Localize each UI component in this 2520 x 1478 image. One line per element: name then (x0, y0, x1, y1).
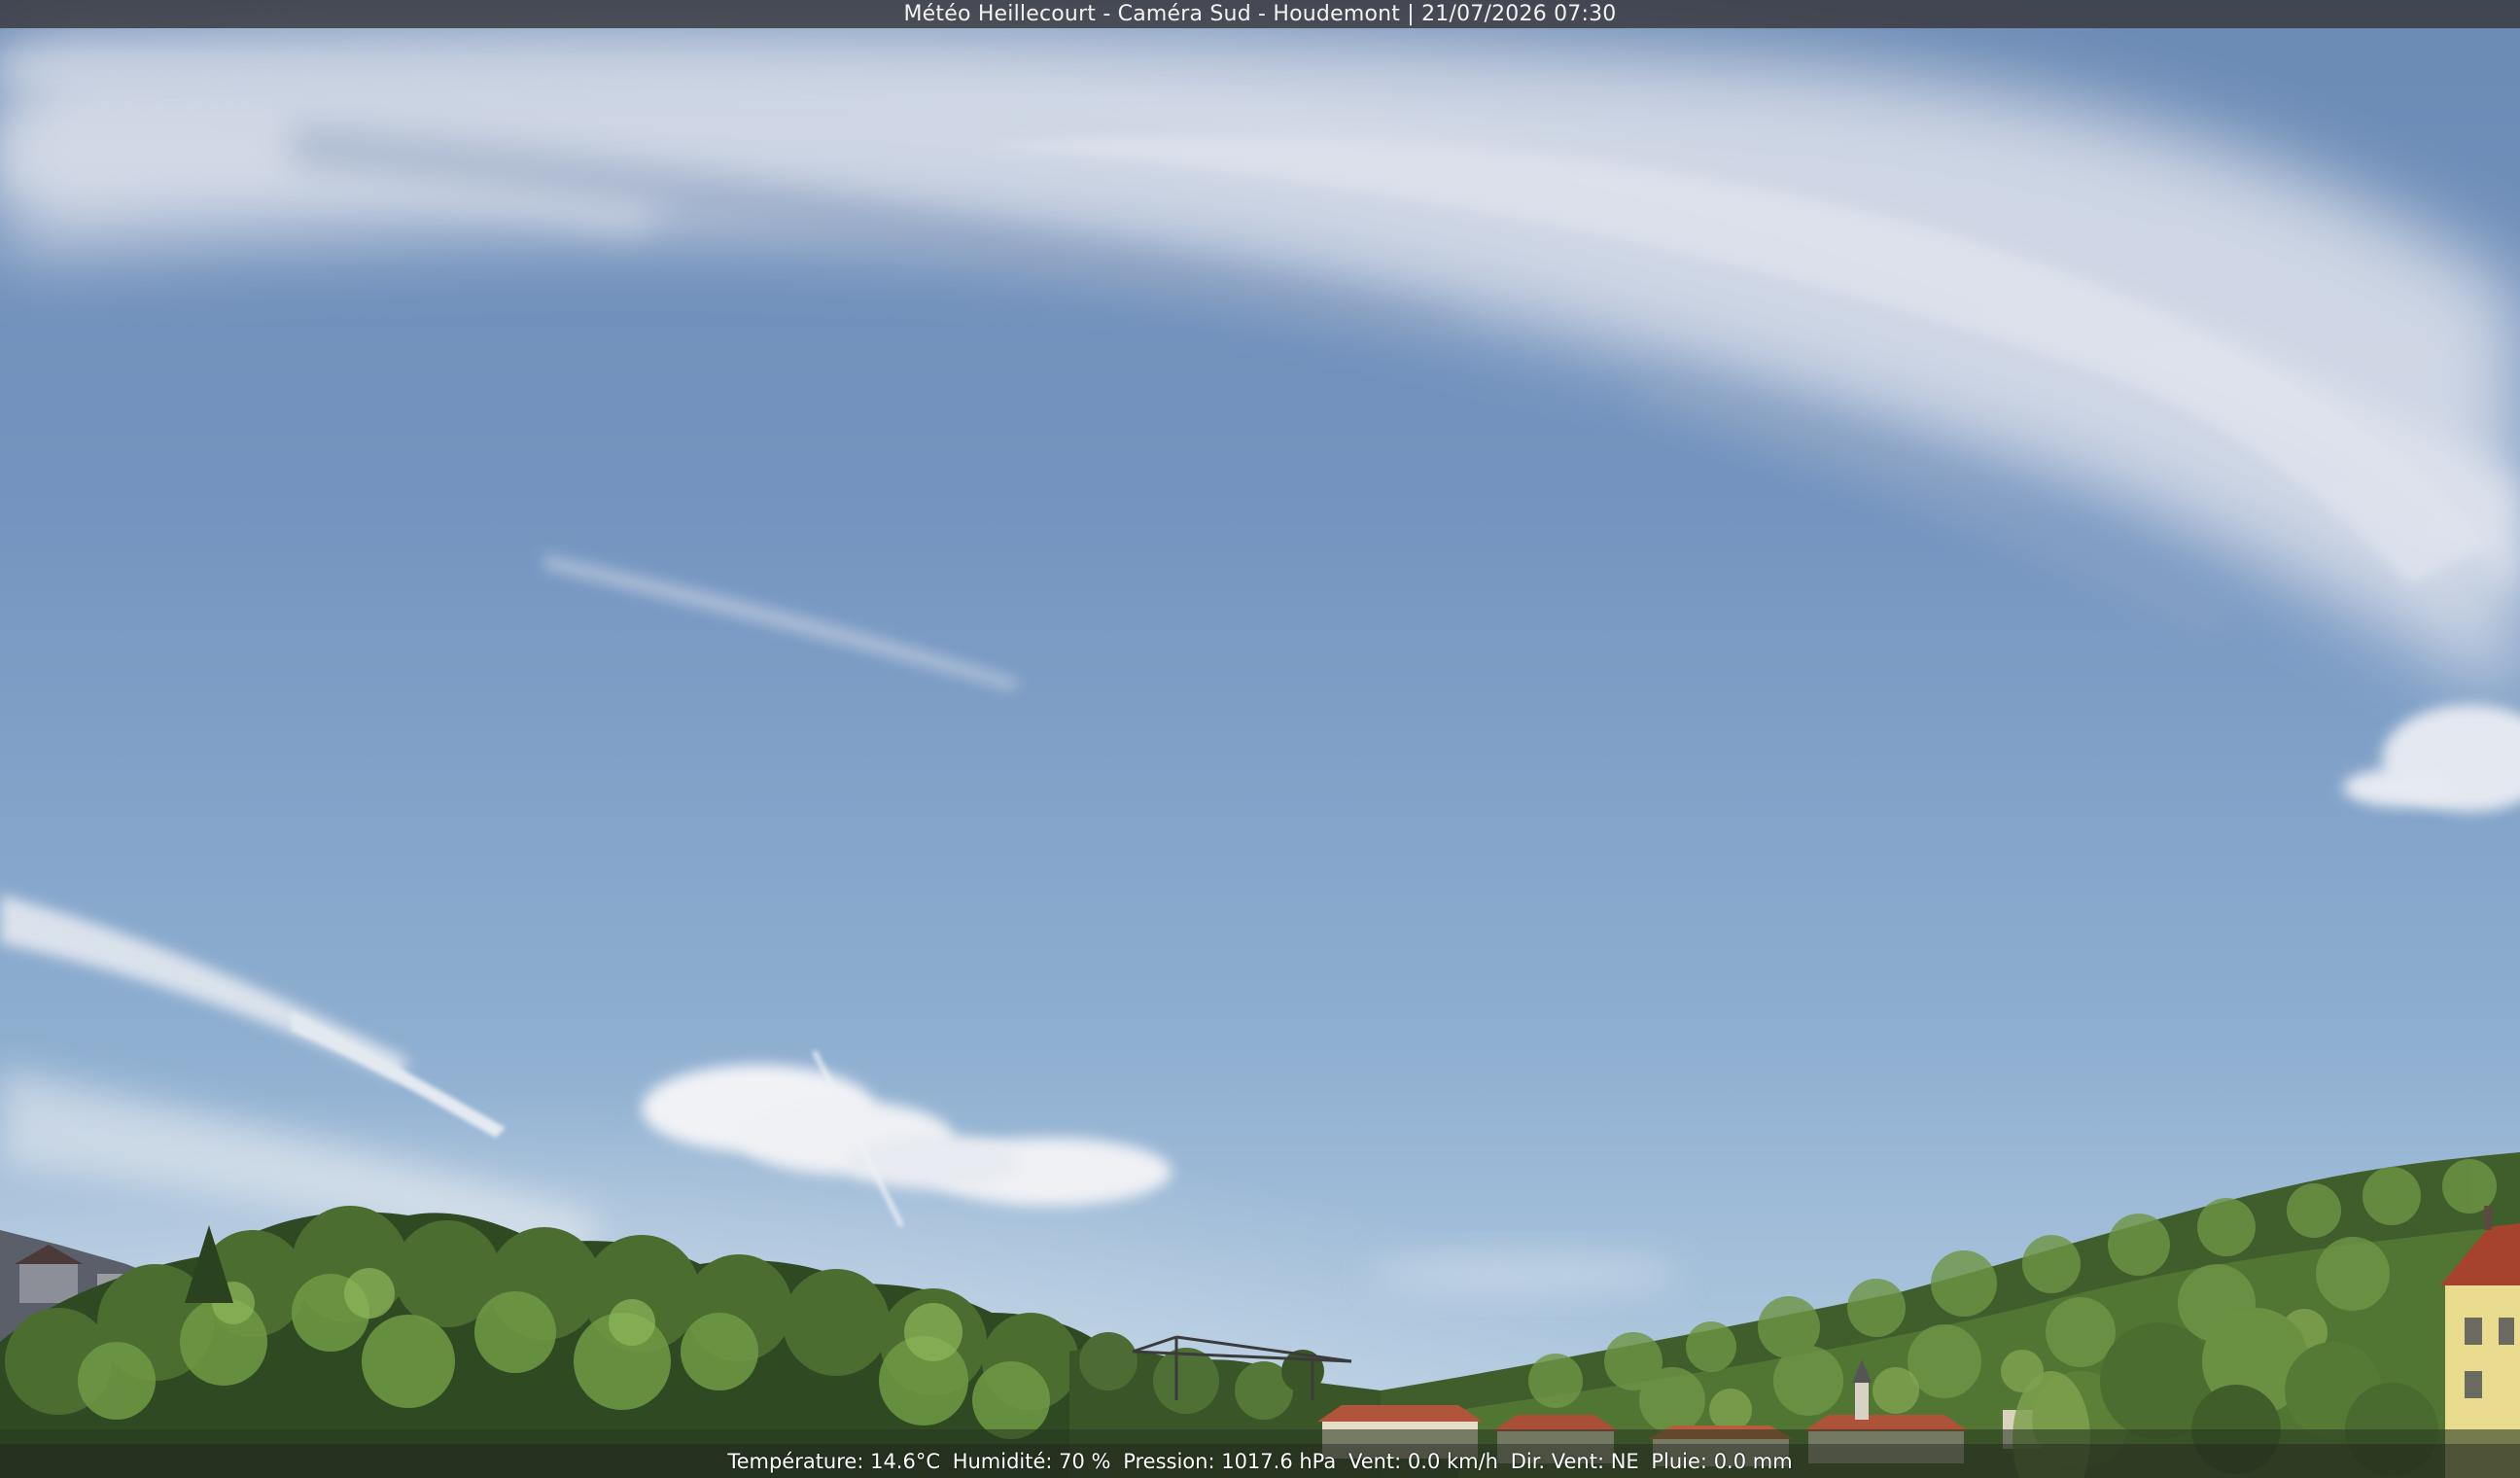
webcam-image (0, 0, 2520, 1478)
humidity-readout: Humidité: 70 % (952, 1449, 1111, 1473)
webcam-title-bar: Météo Heillecourt - Caméra Sud - Houdemo… (0, 0, 2520, 28)
webcam-title: Météo Heillecourt - Caméra Sud - Houdemo… (903, 2, 1617, 26)
weather-readout-bar: Température: 14.6°C Humidité: 70 % Press… (0, 1444, 2520, 1478)
wind-speed-readout: Vent: 0.0 km/h (1348, 1449, 1498, 1473)
rain-readout: Pluie: 0.0 mm (1651, 1449, 1793, 1473)
webcam-frame: Météo Heillecourt - Caméra Sud - Houdemo… (0, 0, 2520, 1478)
temperature-readout: Température: 14.6°C (727, 1449, 941, 1473)
pressure-readout: Pression: 1017.6 hPa (1123, 1449, 1337, 1473)
weather-readout: Température: 14.6°C Humidité: 70 % Press… (724, 1450, 1795, 1473)
wind-direction-readout: Dir. Vent: NE (1510, 1449, 1639, 1473)
cloud-low-faint (1371, 1252, 1682, 1295)
